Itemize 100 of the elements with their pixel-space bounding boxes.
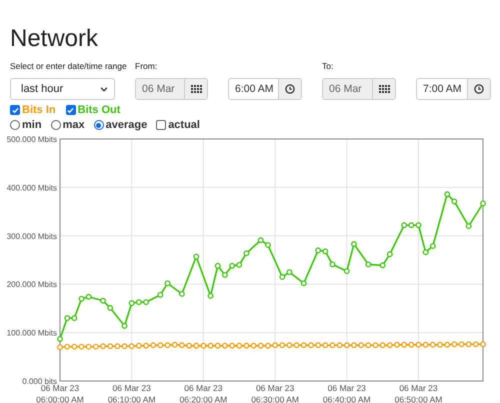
point [122,322,128,329]
point [386,251,393,258]
point [380,342,386,348]
axis-label: 06 Mar 23 06:00:00 AM [36,383,84,403]
point [193,254,200,260]
point [107,343,114,350]
point [236,262,242,268]
date-field[interactable]: 06 Mar [322,78,396,100]
point [380,262,386,268]
point [336,342,343,348]
point [258,342,264,349]
mode-radio[interactable]: max [50,119,85,131]
axis-label: 06 Mar 23 06:20:00 AM [180,383,228,403]
point [344,268,350,274]
checkmark-icon [67,106,74,114]
point [422,249,429,256]
point [430,342,436,348]
point [78,296,84,302]
time-field[interactable]: 6:00 AM [228,78,302,100]
point [344,342,350,348]
date-field[interactable]: 06 Mar [135,78,208,100]
point [286,269,292,275]
point [236,342,242,349]
point [222,342,228,349]
point [401,342,408,348]
point [71,344,78,350]
clock-icon [474,84,484,94]
axis-label: 06 Mar 23 06:10:00 AM [108,383,156,403]
axis-label: 200.000 Mbits [6,280,57,290]
axis-label: 500.000 Mbits [6,135,57,144]
point [279,342,286,348]
point [143,342,149,349]
point [451,198,458,204]
point [401,222,408,228]
axis-label: 100.000 Mbits [6,328,57,338]
point [78,344,84,350]
field-label: Select or enter date/time range [10,60,127,72]
calendar-grid-icon [378,85,390,93]
point [57,336,63,342]
point [416,222,422,228]
point [444,191,450,198]
point [430,243,436,249]
point [200,342,206,349]
axis-label: 0.000 bits [22,377,57,386]
point [86,294,92,300]
point [386,342,393,348]
point [122,343,128,350]
point [178,342,185,348]
point [300,342,307,348]
point [466,341,472,348]
mode-checkbox[interactable]: actual [156,119,200,131]
point [315,342,321,348]
point [258,237,264,244]
axis-label: 300.000 Mbits [6,232,57,241]
point [322,342,328,348]
point [272,342,278,348]
checkmark-icon [12,106,18,114]
mode-radio[interactable]: min [10,119,42,131]
point [128,300,135,306]
point [64,344,70,350]
point [157,292,164,298]
point [351,241,357,247]
point [244,342,250,349]
point [100,343,106,350]
point [322,248,328,254]
point [265,342,271,349]
point [136,299,142,306]
point [128,343,135,350]
axis-label: 06 Mar 23 06:40:00 AM [322,383,371,403]
point [186,342,192,349]
point [416,342,422,348]
chevron-icon [100,86,108,92]
clock-icon [285,84,295,94]
point [444,342,450,348]
point [308,342,314,348]
point [472,341,479,348]
point [214,342,221,349]
point [365,342,372,348]
point [107,305,114,311]
mode-radio[interactable]: average [94,119,148,131]
point [394,342,400,348]
point [250,342,256,349]
axis-label: 06 Mar 23 06:30:00 AM [251,383,299,403]
range-select[interactable]: last hour [10,78,115,100]
point [437,342,443,348]
point [286,342,292,348]
point [365,261,372,268]
point [178,290,185,297]
point [244,250,250,256]
point [451,341,458,348]
point [300,280,307,286]
point [214,262,221,269]
page-title: Network [10,24,100,53]
point [57,344,63,350]
time-field[interactable]: 7:00 AM [416,78,491,100]
point [480,341,486,348]
point [208,342,214,349]
point [229,262,235,269]
point [143,299,149,306]
axis-label: 400.000 Mbits [6,183,57,192]
